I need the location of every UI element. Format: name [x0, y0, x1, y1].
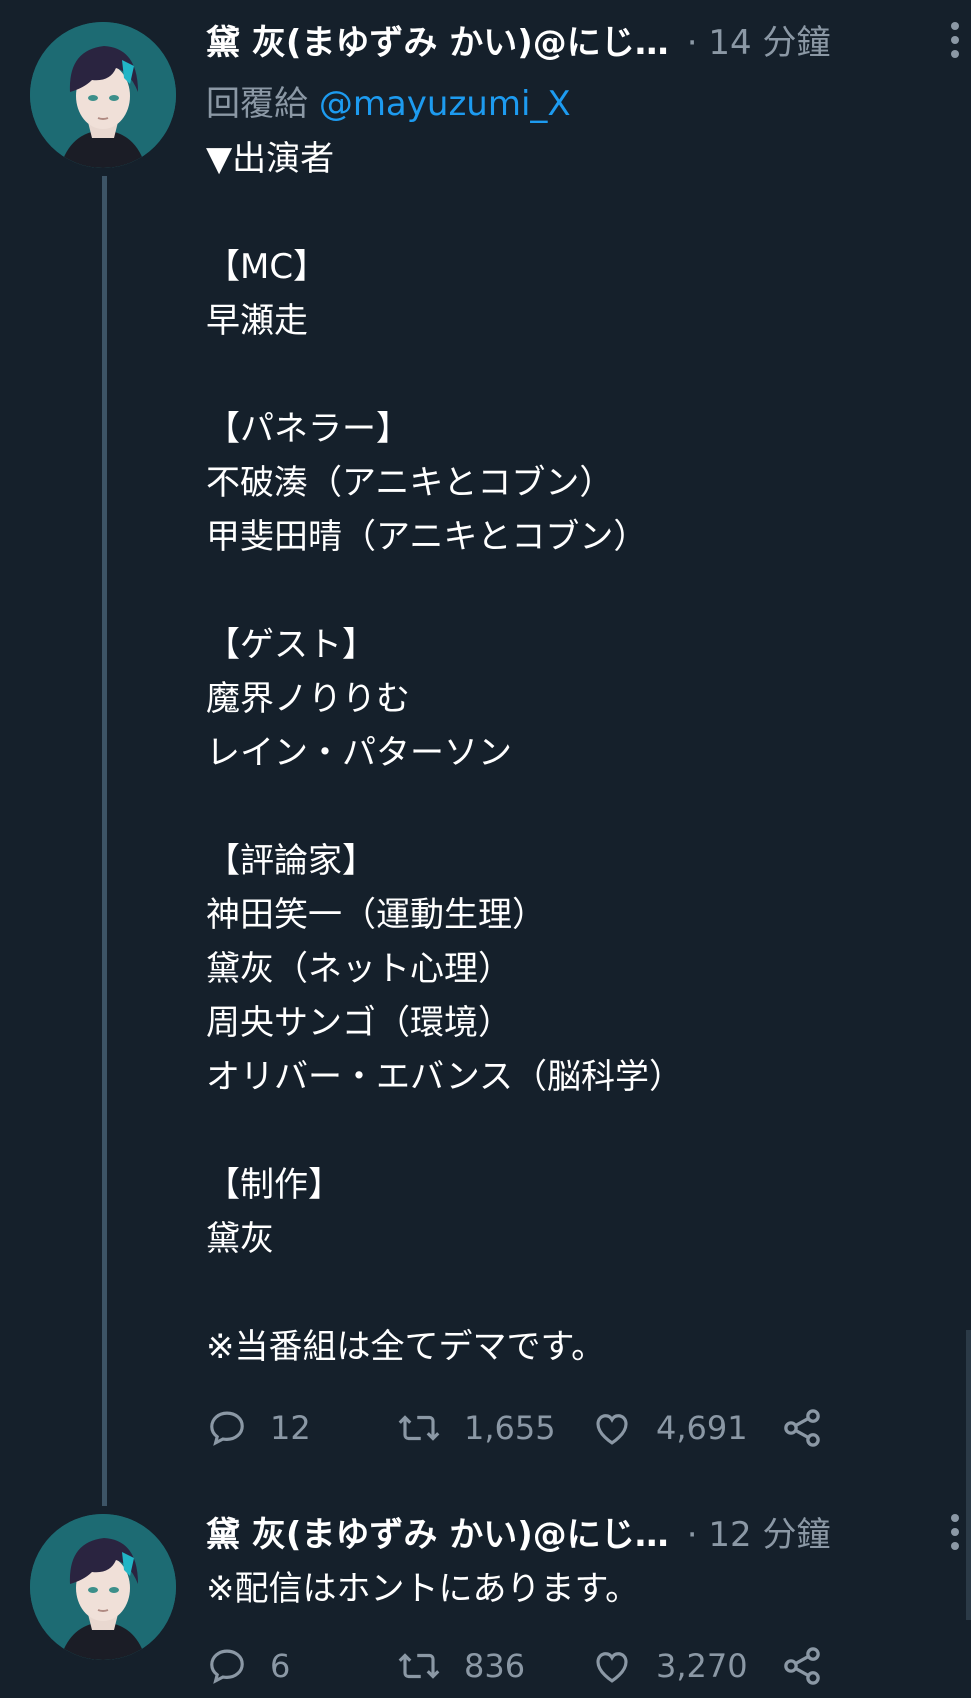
tweet-actions: 12 1,655 4,691: [206, 1398, 846, 1458]
tweet-text-line: レイン・パターソン: [206, 733, 512, 773]
retweet-icon: [398, 1415, 440, 1441]
mention-link[interactable]: @mayuzumi_X: [319, 84, 571, 124]
tweet-1[interactable]: 黛 灰(まゆずみ かい)@にじ… · 14 分鐘 回覆給 @mayuzumi_X…: [0, 0, 971, 1506]
author-name[interactable]: 黛 灰(まゆずみ かい)@にじ…: [206, 1507, 669, 1556]
tweet-text-line: 神田笑一（運動生理）: [206, 895, 546, 935]
avatar[interactable]: [30, 22, 176, 168]
tweet-text-line: 【ゲスト】: [206, 625, 376, 665]
like-button[interactable]: 4,691: [590, 1398, 748, 1458]
tweet-text-line: 【制作】: [206, 1165, 342, 1205]
tweet-text-line: 黛灰（ネット心理）: [206, 949, 512, 989]
tweet-text-line: [206, 348, 683, 402]
tweet-text-line: [206, 564, 683, 618]
tweet-2[interactable]: 黛 灰(まゆずみ かい)@にじ… · 12 分鐘 ※配信はホントにあります。 6…: [0, 1500, 971, 1698]
tweet-text-line: 【パネラー】: [206, 409, 410, 449]
tweet-header: 黛 灰(まゆずみ かい)@にじ… · 12 分鐘: [206, 1506, 951, 1556]
reply-count: 6: [270, 1647, 291, 1685]
more-vertical-icon[interactable]: [945, 1514, 965, 1554]
tweet-text-line: [206, 186, 683, 240]
avatar-image: [30, 22, 176, 168]
reply-count: 12: [270, 1409, 311, 1447]
comment-bubble-icon: [210, 1649, 244, 1684]
share-button[interactable]: [780, 1398, 824, 1458]
thread-connector-line: [102, 176, 107, 1506]
tweet-text-line: [206, 1104, 683, 1158]
avatar[interactable]: [30, 1514, 176, 1660]
comment-bubble-icon: [210, 1411, 244, 1446]
like-button[interactable]: 3,270: [590, 1636, 748, 1696]
tweet-text-line: ※配信はホントにあります。: [206, 1569, 640, 1609]
tweet-text-line: オリバー・エバンス（脳科学）: [206, 1057, 684, 1097]
tweet-text-line: 魔界ノりりむ: [206, 679, 410, 719]
reply-button[interactable]: 6: [206, 1636, 290, 1696]
scrollbar[interactable]: [966, 1330, 971, 1620]
like-count: 3,270: [656, 1647, 748, 1685]
tweet-actions: 6 836 3,270: [206, 1636, 846, 1696]
reply-button[interactable]: 12: [206, 1398, 311, 1458]
retweet-button[interactable]: 836: [396, 1636, 525, 1696]
tweet-timestamp[interactable]: · 12 分鐘: [687, 1507, 831, 1556]
retweet-button[interactable]: 1,655: [396, 1398, 556, 1458]
tweet-text-line: [206, 1266, 683, 1320]
tweet-header: 黛 灰(まゆずみ かい)@にじ… · 14 分鐘: [206, 14, 951, 64]
like-count: 4,691: [656, 1409, 748, 1447]
tweet-text: ▼出演者【MC】早瀬走【パネラー】不破湊（アニキとコブン） 甲斐田晴（アニキとコブ…: [206, 132, 683, 1374]
tweet-text-line: 甲斐田晴（アニキとコブン）: [206, 517, 648, 557]
heart-icon: [596, 1414, 628, 1445]
tweet-text-line: ※当番組は全てデマです。: [206, 1327, 606, 1367]
tweet-text-line: 不破湊（アニキとコブン）: [206, 463, 614, 503]
tweet-text-line: 早瀬走: [206, 301, 308, 341]
replying-to: 回覆給 @mayuzumi_X: [206, 76, 571, 125]
avatar-image: [30, 1514, 176, 1660]
tweet-text: ※配信はホントにあります。: [206, 1562, 639, 1616]
tweet-text-line: 黛灰: [206, 1219, 274, 1259]
tweet-text-line: 【評論家】: [206, 841, 376, 881]
heart-icon: [596, 1652, 628, 1683]
tweet-text-line: 【MC】: [206, 247, 328, 287]
retweet-icon: [398, 1653, 440, 1679]
author-name[interactable]: 黛 灰(まゆずみ かい)@にじ…: [206, 15, 669, 64]
share-icon: [784, 1409, 820, 1447]
more-vertical-icon[interactable]: [945, 22, 965, 62]
retweet-count: 1,655: [464, 1409, 556, 1447]
share-button[interactable]: [780, 1636, 824, 1696]
share-icon: [784, 1647, 820, 1685]
tweet-text-line: [206, 780, 683, 834]
tweet-text-line: 周央サンゴ（環境）: [206, 1003, 512, 1043]
reply-prefix: 回覆給: [206, 84, 308, 124]
tweet-timestamp[interactable]: · 14 分鐘: [687, 15, 831, 64]
retweet-count: 836: [464, 1647, 526, 1685]
tweet-text-line: ▼出演者: [206, 139, 335, 179]
